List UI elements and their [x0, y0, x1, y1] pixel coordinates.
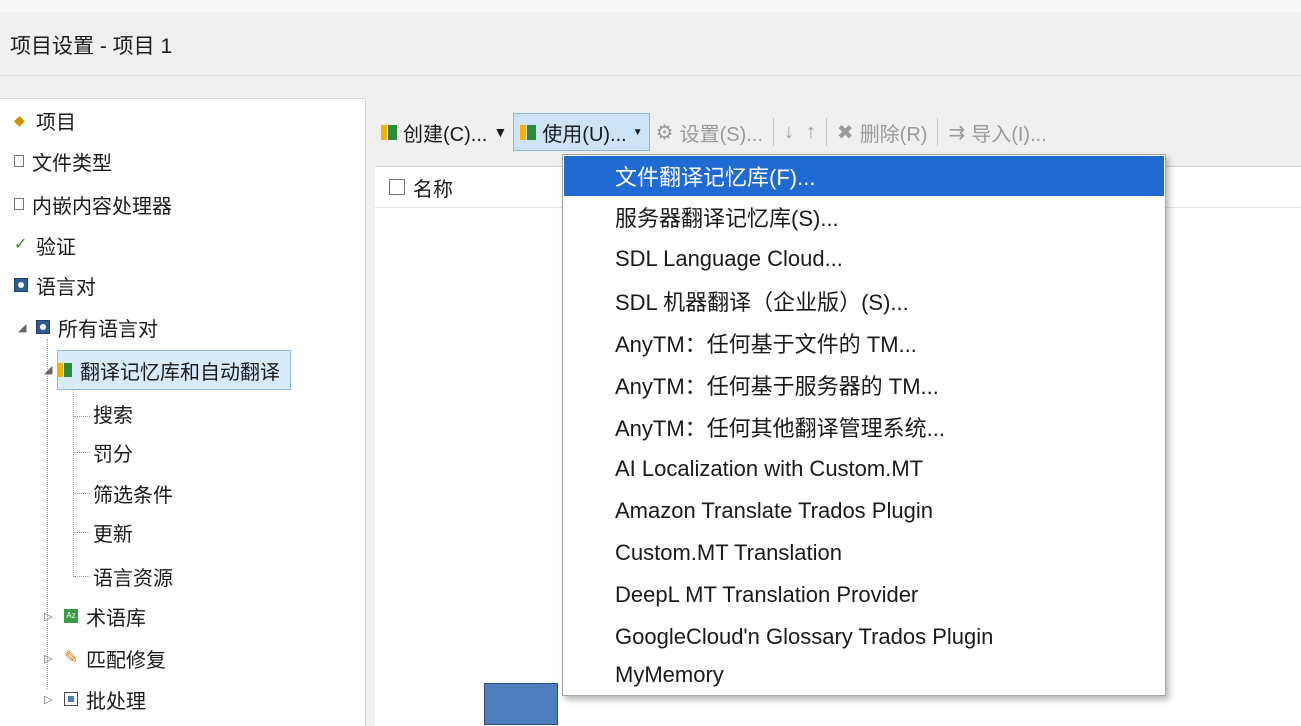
menu-item-sdl-machine-translation[interactable]: SDL 机器翻译（企业版）(S)... [564, 281, 1164, 321]
tree-item-label: 匹配修复 [86, 649, 166, 672]
tree-item-all-language-pairs[interactable]: 所有语言对 [36, 308, 158, 346]
document-icon [14, 198, 24, 210]
tree-item-batch-tasks[interactable]: 批处理 [64, 680, 146, 718]
translation-memory-icon [381, 124, 397, 140]
create-button-label: 创建(C)... [403, 123, 488, 146]
tree-item-label: 更新 [93, 523, 133, 546]
tree-item-project[interactable]: ◆ 项目 [14, 101, 76, 139]
tree-item-label: 语言对 [36, 276, 96, 299]
tree-item-language-resources[interactable]: 语言资源 [93, 557, 173, 595]
header-divider [0, 75, 1301, 76]
menu-item-anytm-server[interactable]: AnyTM：任何基于服务器的 TM... [564, 365, 1164, 405]
menu-item-deepl[interactable]: DeepL MT Translation Provider [564, 575, 1164, 615]
tree-item-label: 筛选条件 [93, 484, 173, 507]
tree-item-label: 语言资源 [93, 567, 173, 590]
use-button-label: 使用(U)... [542, 123, 627, 146]
menu-item-amazon-translate[interactable]: Amazon Translate Trados Plugin [564, 491, 1164, 531]
tree-item-embedded-content[interactable]: 内嵌内容处理器 [14, 185, 172, 223]
settings-button[interactable]: ⚙ 设置(S)... [650, 113, 769, 151]
tree-item-penalties[interactable]: 罚分 [93, 433, 133, 471]
check-icon: ✓ [14, 236, 28, 253]
tree-item-tm-automated-translation[interactable]: 翻译记忆库和自动翻译 [57, 350, 291, 390]
project-icon: ◆ [14, 112, 25, 128]
arrow-down-icon: ↓ [783, 120, 794, 143]
tree-connector [74, 416, 90, 417]
gear-icon: ⚙ [655, 121, 674, 144]
tree-connector [73, 384, 74, 577]
tree-item-filters[interactable]: 筛选条件 [93, 474, 173, 512]
tree-item-verification[interactable]: ✓ 验证 [14, 226, 76, 264]
menu-item-file-based-tm[interactable]: 文件翻译记忆库(F)... [564, 156, 1164, 196]
collapse-arrow-icon[interactable]: ◢ [44, 363, 52, 376]
delete-x-icon: ✖ [836, 121, 854, 144]
menu-item-anytm-other[interactable]: AnyTM：任何其他翻译管理系统... [564, 407, 1164, 447]
create-button[interactable]: 创建(C)... ▼ [375, 113, 513, 151]
tree-connector [74, 532, 90, 533]
translation-memory-icon [520, 124, 537, 140]
settings-button-label: 设置(S)... [679, 123, 763, 146]
menu-item-ai-localization[interactable]: AI Localization with Custom.MT [564, 449, 1164, 489]
import-icon: ⇉ [948, 121, 966, 144]
expand-arrow-icon[interactable]: ▷ [44, 693, 52, 706]
arrow-up-icon: ↑ [805, 120, 816, 143]
tree-item-termbases[interactable]: Az 术语库 [64, 597, 146, 635]
collapse-arrow-icon[interactable]: ◢ [18, 321, 26, 334]
menu-item-googlecloud[interactable]: GoogleCloud'n Glossary Trados Plugin [564, 617, 1164, 657]
language-pair-icon [36, 320, 50, 334]
toolbar-separator [937, 118, 939, 146]
background-window-strip [0, 0, 1301, 12]
translation-memory-icon [58, 363, 72, 377]
tree-item-label: 术语库 [86, 607, 146, 630]
tree-item-language-pairs[interactable]: 语言对 [14, 266, 96, 304]
expand-arrow-icon[interactable]: ▷ [44, 610, 52, 623]
dropdown-arrow-icon[interactable]: ▼ [633, 127, 643, 138]
blue-block [484, 683, 558, 725]
toolbar-separator [772, 118, 774, 146]
move-down-button[interactable]: ↓ [778, 113, 800, 151]
tree-item-label: 批处理 [86, 690, 146, 713]
termbase-icon: Az [64, 609, 78, 623]
tm-toolbar: 创建(C)... ▼ 使用(U)... ▼ ⚙ 设置(S)... ↓ ↑ ✖ 删… [375, 112, 1301, 152]
menu-item-anytm-file[interactable]: AnyTM：任何基于文件的 TM... [564, 323, 1164, 363]
tree-item-label: 项目 [36, 111, 76, 134]
column-header-name[interactable]: 名称 [413, 173, 453, 202]
wrench-icon: ✎ [64, 648, 79, 667]
delete-button-label: 删除(R) [859, 123, 928, 146]
tree-item-label: 验证 [36, 236, 76, 259]
settings-tree[interactable]: ◆ 项目 文件类型 内嵌内容处理器 ✓ 验证 语言对 ◢ 所有语言对 ◢ 翻译记… [0, 98, 366, 726]
tree-item-label: 所有语言对 [58, 318, 158, 341]
move-up-button[interactable]: ↑ [800, 113, 822, 151]
menu-item-sdl-language-cloud[interactable]: SDL Language Cloud... [564, 239, 1164, 279]
menu-item-custom-mt[interactable]: Custom.MT Translation [564, 533, 1164, 573]
menu-item-server-based-tm[interactable]: 服务器翻译记忆库(S)... [564, 197, 1164, 237]
document-icon [14, 155, 24, 167]
tree-item-label: 文件类型 [32, 152, 112, 175]
use-dropdown-menu: 文件翻译记忆库(F)... 服务器翻译记忆库(S)... SDL Languag… [562, 154, 1166, 696]
menu-item-mymemory[interactable]: MyMemory [564, 655, 1164, 695]
dropdown-arrow-icon[interactable]: ▼ [493, 124, 507, 140]
toolbar-separator [825, 118, 827, 146]
import-button[interactable]: ⇉ 导入(I)... [942, 113, 1052, 151]
delete-button[interactable]: ✖ 删除(R) [831, 113, 934, 151]
dialog-title: 项目设置 - 项目 1 [10, 35, 173, 58]
tree-item-file-types[interactable]: 文件类型 [14, 142, 112, 180]
import-button-label: 导入(I)... [971, 123, 1047, 146]
tree-item-label: 内嵌内容处理器 [32, 195, 172, 218]
use-button[interactable]: 使用(U)... ▼ [513, 113, 650, 151]
tree-connector [47, 339, 48, 689]
tree-item-label: 罚分 [93, 443, 133, 466]
tree-item-fragment-repair[interactable]: ✎ 匹配修复 [64, 639, 166, 677]
select-all-checkbox[interactable] [389, 179, 405, 195]
language-pair-icon [14, 278, 28, 292]
tree-connector [74, 576, 90, 577]
tree-connector [74, 452, 90, 453]
tree-item-update[interactable]: 更新 [93, 513, 133, 551]
tree-item-label: 搜索 [93, 404, 133, 427]
batch-icon [64, 692, 78, 706]
tree-item-search[interactable]: 搜索 [93, 394, 133, 432]
tree-connector [74, 493, 90, 494]
tree-item-label: 翻译记忆库和自动翻译 [80, 361, 280, 384]
expand-arrow-icon[interactable]: ▷ [44, 652, 52, 665]
